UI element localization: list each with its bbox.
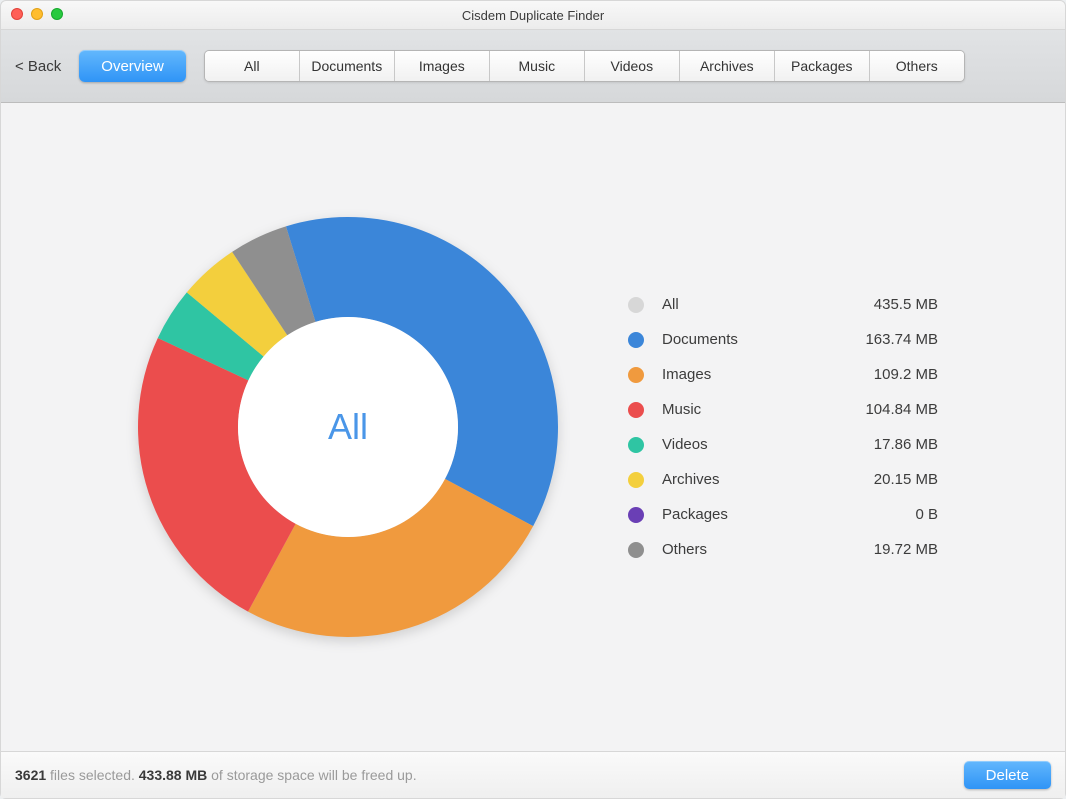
window-title: Cisdem Duplicate Finder (462, 8, 604, 23)
tab-all[interactable]: All (205, 51, 300, 81)
legend-label: Archives (662, 471, 782, 488)
zoom-icon[interactable] (51, 8, 63, 20)
legend-value: 20.15 MB (874, 471, 938, 488)
legend-value: 163.74 MB (865, 331, 938, 348)
legend-label: All (662, 296, 782, 313)
legend-value: 435.5 MB (874, 296, 938, 313)
legend-value: 104.84 MB (865, 401, 938, 418)
dot-icon (628, 507, 644, 523)
legend-label: Packages (662, 506, 782, 523)
minimize-icon[interactable] (31, 8, 43, 20)
tab-videos[interactable]: Videos (585, 51, 680, 81)
dot-icon (628, 402, 644, 418)
donut-chart: All (128, 207, 568, 647)
tab-archives[interactable]: Archives (680, 51, 775, 81)
category-tabs: All Documents Images Music Videos Archiv… (204, 50, 965, 82)
legend-value: 109.2 MB (874, 366, 938, 383)
legend-row-packages[interactable]: Packages 0 B (628, 506, 938, 523)
footer-count: 3621 (15, 767, 46, 783)
tab-others[interactable]: Others (870, 51, 964, 81)
legend-value: 19.72 MB (874, 541, 938, 558)
tab-images[interactable]: Images (395, 51, 490, 81)
tab-packages[interactable]: Packages (775, 51, 870, 81)
titlebar: Cisdem Duplicate Finder (1, 1, 1065, 30)
app-window: Cisdem Duplicate Finder < Back Overview … (0, 0, 1066, 799)
donut-center-label: All (328, 406, 368, 448)
tab-documents[interactable]: Documents (300, 51, 395, 81)
legend-row-documents[interactable]: Documents 163.74 MB (628, 331, 938, 348)
dot-icon (628, 542, 644, 558)
footer: 3621 files selected. 433.88 MB of storag… (1, 751, 1065, 798)
legend-row-videos[interactable]: Videos 17.86 MB (628, 436, 938, 453)
legend-row-music[interactable]: Music 104.84 MB (628, 401, 938, 418)
legend-label: Others (662, 541, 782, 558)
dot-icon (628, 332, 644, 348)
legend-row-archives[interactable]: Archives 20.15 MB (628, 471, 938, 488)
legend: All 435.5 MB Documents 163.74 MB Images … (628, 296, 938, 558)
dot-icon (628, 437, 644, 453)
legend-row-others[interactable]: Others 19.72 MB (628, 541, 938, 558)
tab-music[interactable]: Music (490, 51, 585, 81)
legend-row-images[interactable]: Images 109.2 MB (628, 366, 938, 383)
traffic-lights (11, 8, 63, 20)
delete-button[interactable]: Delete (964, 761, 1051, 789)
dot-icon (628, 367, 644, 383)
overview-button[interactable]: Overview (79, 50, 186, 82)
dot-icon (628, 297, 644, 313)
legend-value: 0 B (915, 506, 938, 523)
back-button[interactable]: < Back (15, 58, 61, 75)
close-icon[interactable] (11, 8, 23, 20)
legend-label: Documents (662, 331, 782, 348)
content-area: All All 435.5 MB Documents 163.74 MB Ima… (1, 103, 1065, 751)
toolbar: < Back Overview All Documents Images Mus… (1, 30, 1065, 103)
legend-label: Music (662, 401, 782, 418)
legend-label: Videos (662, 436, 782, 453)
legend-value: 17.86 MB (874, 436, 938, 453)
footer-size: 433.88 MB (139, 767, 207, 783)
legend-label: Images (662, 366, 782, 383)
dot-icon (628, 472, 644, 488)
legend-row-all[interactable]: All 435.5 MB (628, 296, 938, 313)
footer-text: 3621 files selected. 433.88 MB of storag… (15, 767, 417, 783)
